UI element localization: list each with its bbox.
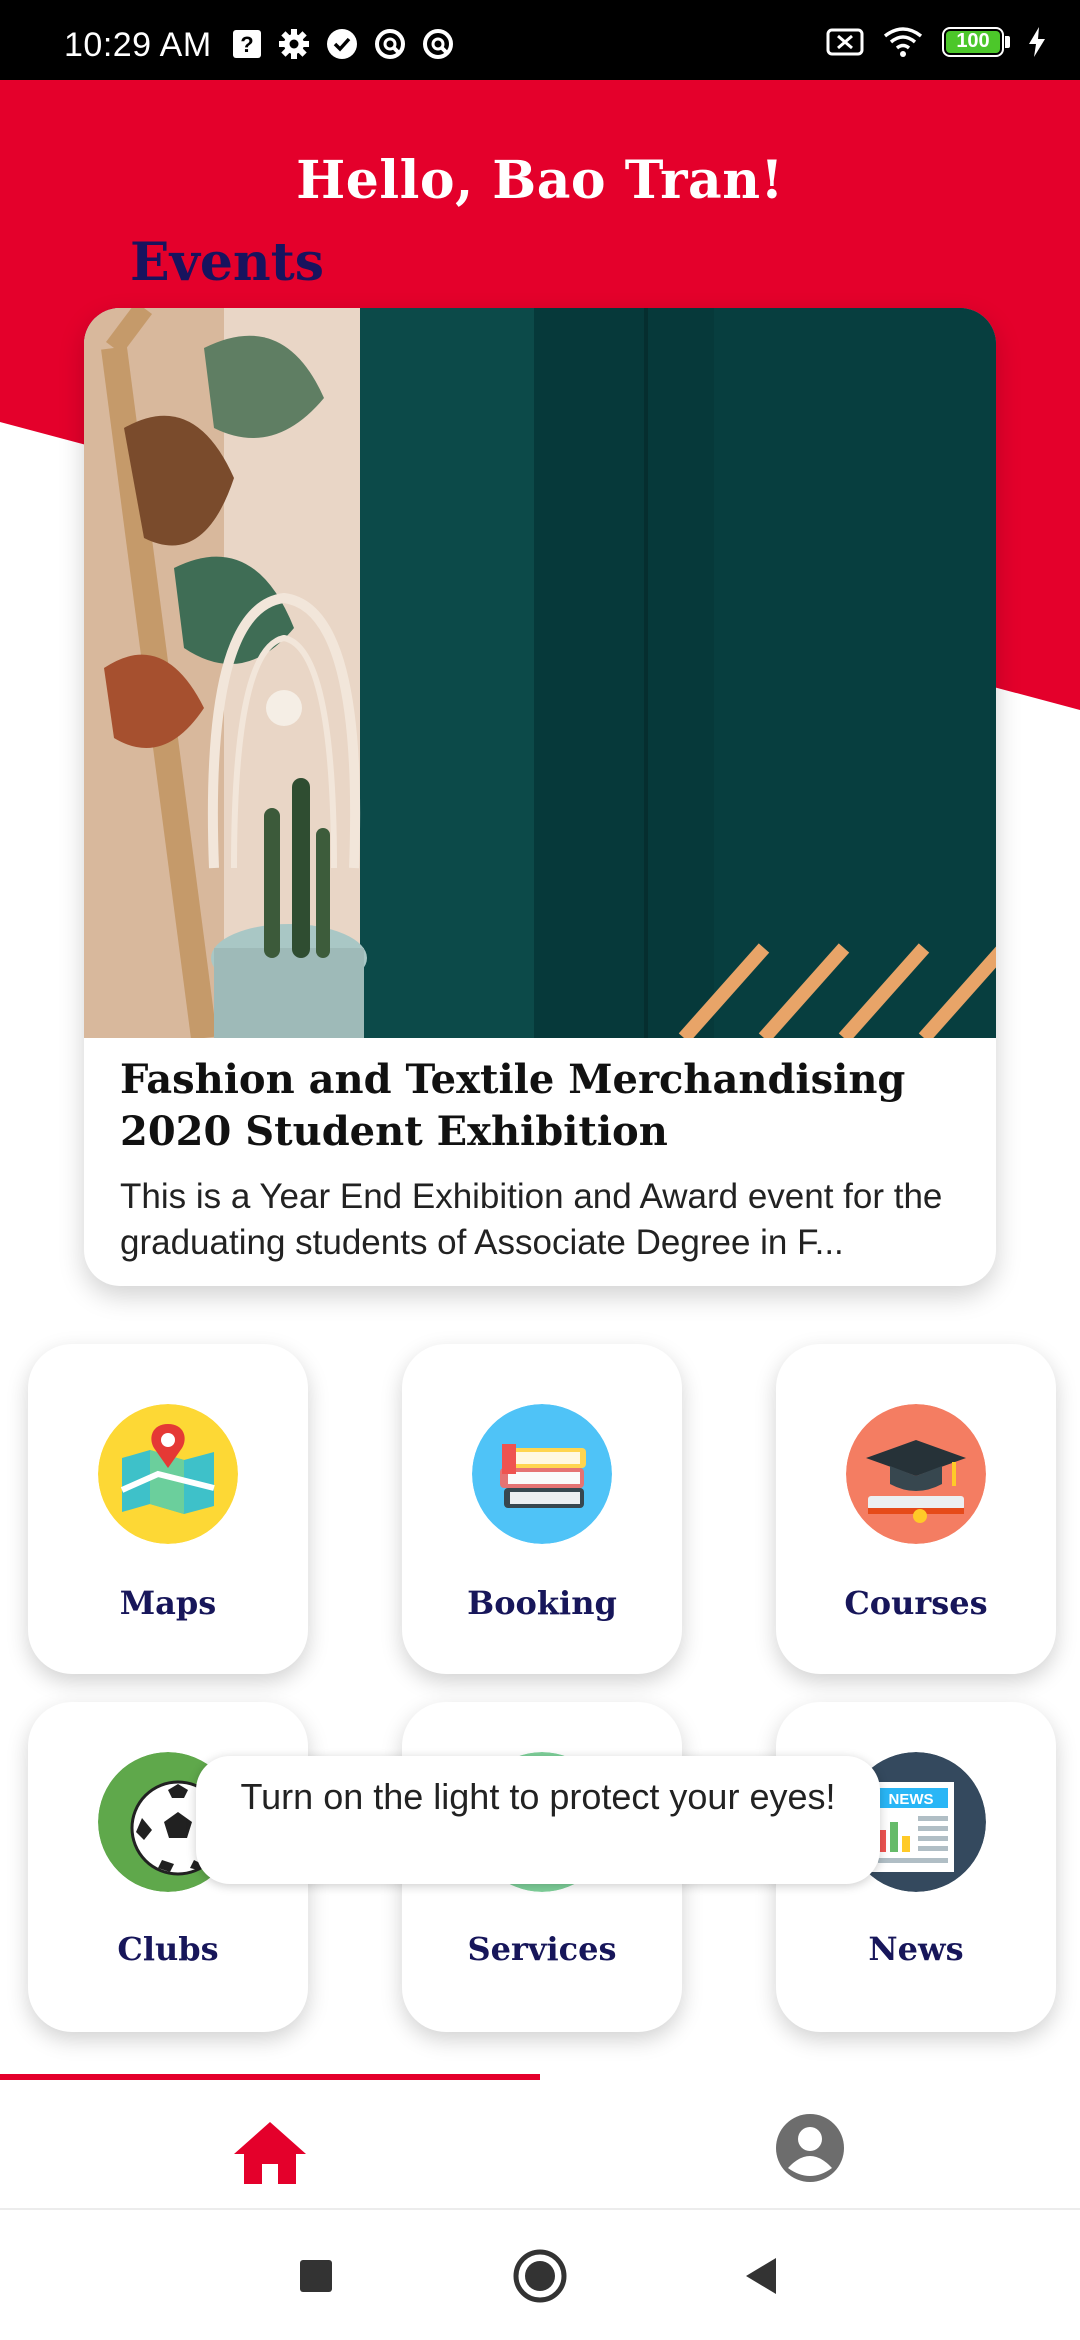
bottom-nav bbox=[0, 2074, 1080, 2210]
tile-label: Booking bbox=[467, 1584, 617, 1622]
vpn-icon bbox=[423, 29, 453, 59]
charging-icon bbox=[1029, 27, 1045, 57]
home-button[interactable] bbox=[512, 2248, 568, 2304]
home-icon[interactable] bbox=[230, 2118, 310, 2188]
event-image bbox=[84, 308, 996, 1038]
account-circle-icon[interactable] bbox=[774, 2112, 846, 2184]
tile-label: Maps bbox=[119, 1584, 217, 1622]
back-button[interactable] bbox=[742, 2256, 782, 2296]
tile-courses[interactable]: Courses bbox=[776, 1344, 1056, 1674]
status-notification-icons: ? bbox=[232, 28, 454, 60]
tile-label: News bbox=[868, 1930, 964, 1968]
event-card[interactable]: Fashion and Textile Merchandising 2020 S… bbox=[84, 308, 996, 1286]
tile-booking[interactable]: Booking bbox=[402, 1344, 682, 1674]
status-bar: 10:29 AM ? 100 bbox=[0, 0, 1080, 80]
map-icon bbox=[98, 1404, 238, 1544]
tile-label: Courses bbox=[844, 1584, 988, 1622]
battery-icon: 100 bbox=[942, 27, 1010, 57]
recents-button[interactable] bbox=[296, 2256, 336, 2296]
event-title: Fashion and Textile Merchandising 2020 S… bbox=[120, 1056, 906, 1155]
wifi-icon bbox=[883, 27, 923, 57]
tile-label: Services bbox=[467, 1930, 617, 1968]
settings-icon bbox=[279, 29, 309, 59]
tile-maps[interactable]: Maps bbox=[28, 1344, 308, 1674]
no-sim-icon bbox=[826, 28, 864, 56]
status-system-icons: 100 bbox=[826, 26, 1046, 58]
svg-text:?: ? bbox=[240, 32, 253, 57]
status-time: 10:29 AM bbox=[64, 26, 212, 64]
question-icon: ? bbox=[233, 30, 261, 58]
greeting: Hello, Bao Tran! bbox=[296, 150, 784, 211]
check-circle-icon bbox=[327, 29, 357, 59]
tile-label: Clubs bbox=[117, 1930, 219, 1968]
newspaper-icon-text: NEWS bbox=[889, 1791, 934, 1808]
event-description: This is a Year End Exhibition and Award … bbox=[120, 1177, 943, 1262]
battery-level: 100 bbox=[956, 30, 990, 52]
vpn-icon bbox=[375, 29, 405, 59]
system-nav-bar bbox=[0, 2212, 1080, 2340]
section-title-events: Events bbox=[130, 232, 325, 293]
graduation-cap-icon bbox=[846, 1404, 986, 1544]
toast-message: Turn on the light to protect your eyes! bbox=[196, 1756, 880, 1884]
nav-active-indicator bbox=[0, 2074, 540, 2080]
books-icon bbox=[472, 1404, 612, 1544]
